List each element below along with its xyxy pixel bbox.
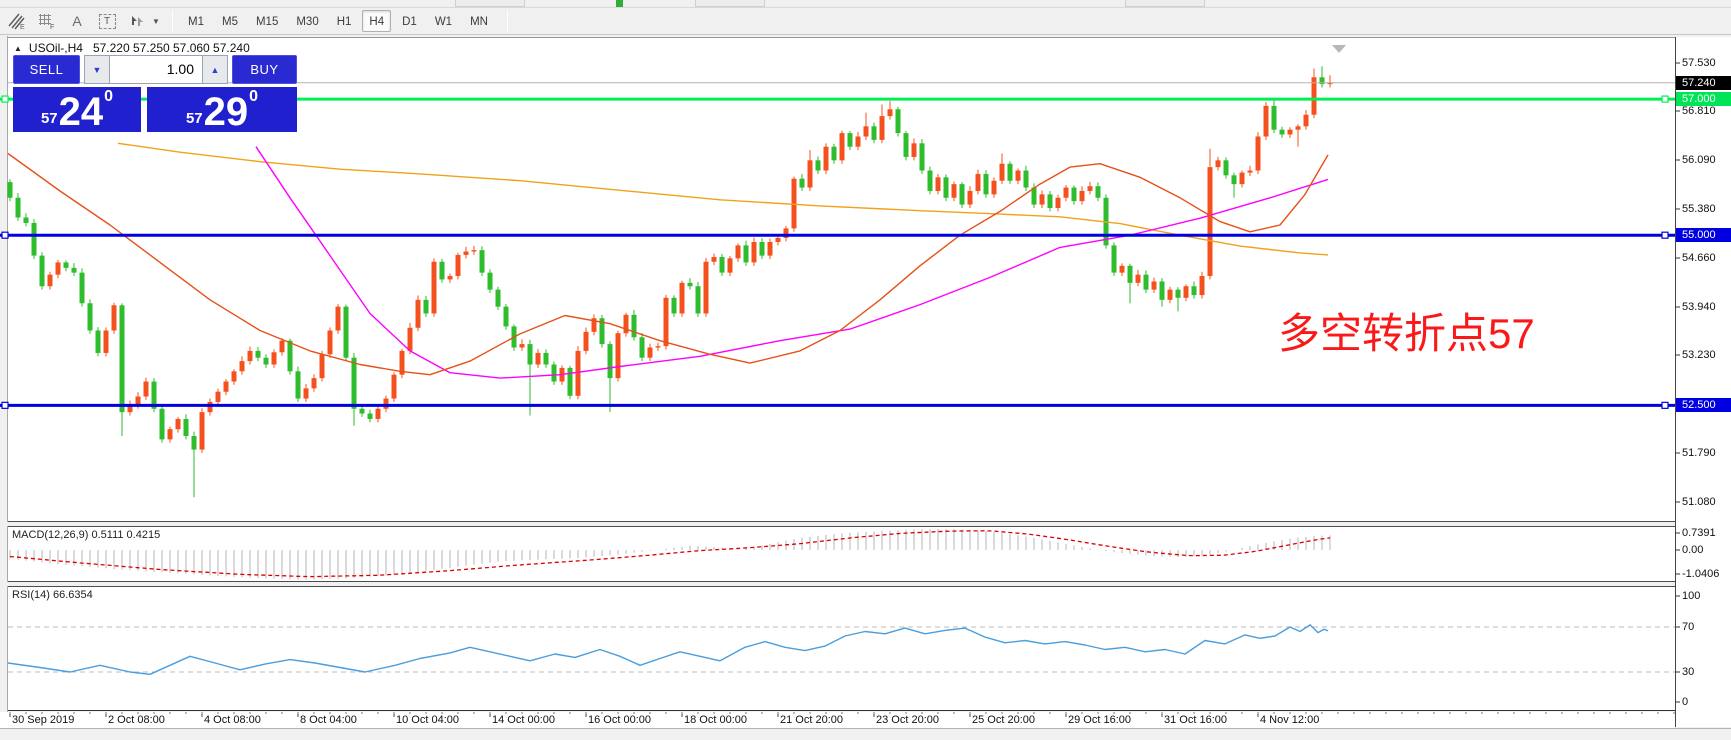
one-click-trading-panel: SELL ▼ 1.00 ▲ BUY 57 24 0 57 29 0: [13, 55, 297, 132]
volume-input[interactable]: 1.00: [110, 55, 202, 84]
sell-quote[interactable]: 57 24 0: [13, 87, 141, 132]
sell-quote-small: 57: [41, 111, 58, 126]
buy-quote[interactable]: 57 29 0: [147, 87, 297, 132]
rsi-label: RSI(14) 66.6354: [12, 589, 93, 601]
buy-quote-sup: 0: [249, 89, 258, 105]
buy-quote-big: 29: [204, 95, 249, 129]
sell-quote-big: 24: [59, 95, 104, 129]
buy-button[interactable]: BUY: [232, 55, 297, 84]
symbol-timeframe: USOil-,H4: [29, 41, 83, 55]
volume-decrease-button[interactable]: ▼: [84, 55, 110, 84]
volume-increase-button[interactable]: ▲: [202, 55, 228, 84]
buy-quote-small: 57: [186, 111, 203, 126]
sell-quote-sup: 0: [104, 89, 113, 105]
chart-title: ▲ USOil-,H4 57.220 57.250 57.060 57.240: [14, 41, 250, 55]
sell-button[interactable]: SELL: [13, 55, 80, 84]
triangle-up-icon: ▲: [14, 44, 22, 53]
text-annotation[interactable]: 多空转折点57: [1278, 300, 1535, 361]
ohlc-values: 57.220 57.250 57.060 57.240: [93, 41, 250, 55]
macd-label: MACD(12,26,9) 0.5111 0.4215: [12, 529, 160, 541]
scroll-marker-icon[interactable]: [1332, 45, 1346, 53]
